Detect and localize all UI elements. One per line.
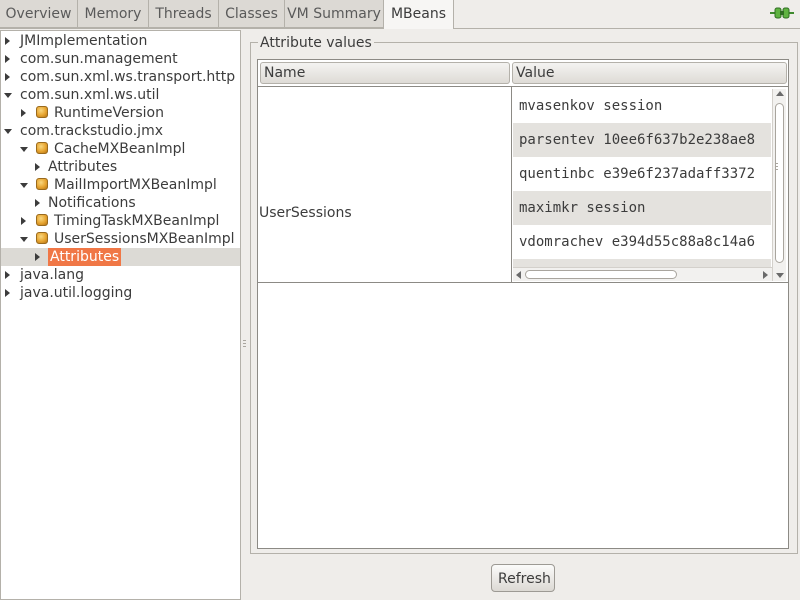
list-item[interactable]: maximkr session xyxy=(513,191,771,225)
tree-node-java-util-logging[interactable]: java.util.logging xyxy=(1,284,240,302)
tree-node-com-sun-xml-ws-util[interactable]: com.sun.xml.ws.util xyxy=(1,86,240,104)
collapse-arrow-icon[interactable] xyxy=(4,93,12,98)
tree-node-usersessionsmxbeanimpl[interactable]: UserSessionsMXBeanImpl xyxy=(1,230,240,248)
group-title: Attribute values xyxy=(258,34,374,52)
attributes-table: Name Value UserSessions mvasenkov sessio… xyxy=(257,59,789,549)
tab-mbeans[interactable]: MBeans xyxy=(384,0,454,29)
row-divider xyxy=(258,282,788,283)
tree-node-label: Attributes xyxy=(48,159,118,175)
column-header-name[interactable]: Name xyxy=(260,62,510,84)
scroll-up-icon[interactable] xyxy=(776,91,784,96)
expand-arrow-icon[interactable] xyxy=(5,37,10,45)
tree-node-java-lang[interactable]: java.lang xyxy=(1,266,240,284)
attribute-panel: Attribute values Name Value UserSessions… xyxy=(248,30,800,600)
tree-node-label: java.util.logging xyxy=(20,285,133,301)
tree-node-label: com.sun.xml.ws.transport.http xyxy=(20,69,236,85)
plug-connected-icon xyxy=(770,7,794,19)
scroll-left-icon[interactable] xyxy=(516,271,521,279)
collapse-arrow-icon[interactable] xyxy=(4,129,12,134)
tree-node-usersessions-attributes[interactable]: Attributes xyxy=(1,248,240,266)
list-item-partial[interactable] xyxy=(513,259,771,267)
collapse-arrow-icon[interactable] xyxy=(20,237,28,242)
collapse-arrow-icon[interactable] xyxy=(20,183,28,188)
list-item[interactable]: vdomrachev e394d55c88a8c14a6 xyxy=(513,225,771,259)
mbean-icon xyxy=(36,178,48,190)
tree-node-label: MailImportMXBeanImpl xyxy=(54,177,217,193)
attribute-name-cell[interactable]: UserSessions xyxy=(259,204,352,222)
splitter-grip-icon[interactable] xyxy=(243,340,246,348)
expand-arrow-icon[interactable] xyxy=(5,73,10,81)
tree-node-label: TimingTaskMXBeanImpl xyxy=(54,213,220,229)
list-item[interactable]: quentinbc e39e6f237adaff3372 xyxy=(513,157,771,191)
tree-node-label: com.sun.management xyxy=(20,51,178,67)
tree-node-label: RuntimeVersion xyxy=(54,105,164,121)
horizontal-scrollbar[interactable] xyxy=(513,267,772,281)
tab-vm-summary[interactable]: VM Summary xyxy=(285,0,384,28)
expand-arrow-icon[interactable] xyxy=(21,109,26,117)
list-item[interactable]: mvasenkov session xyxy=(513,89,771,123)
tree-node-com-sun-management[interactable]: com.sun.management xyxy=(1,50,240,68)
tree-node-mailimport-notifications[interactable]: Notifications xyxy=(1,194,240,212)
collapse-arrow-icon[interactable] xyxy=(20,147,28,152)
expand-arrow-icon[interactable] xyxy=(5,289,10,297)
vertical-scrollbar[interactable] xyxy=(772,89,786,281)
tree-node-label: UserSessionsMXBeanImpl xyxy=(54,231,235,247)
expand-arrow-icon[interactable] xyxy=(5,271,10,279)
tab-threads[interactable]: Threads xyxy=(149,0,219,28)
attribute-value-list[interactable]: mvasenkov session parsentev 10ee6f637b2e… xyxy=(513,89,771,267)
horizontal-scroll-thumb[interactable] xyxy=(525,270,677,279)
tree-node-label: JMImplementation xyxy=(20,33,148,49)
tree-node-com-trackstudio-jmx[interactable]: com.trackstudio.jmx xyxy=(1,122,240,140)
tree-node-runtimeversion[interactable]: RuntimeVersion xyxy=(1,104,240,122)
tree-node-label: com.sun.xml.ws.util xyxy=(20,87,160,103)
tree-node-timingtaskmxbeanimpl[interactable]: TimingTaskMXBeanImpl xyxy=(1,212,240,230)
list-item[interactable]: parsentev 10ee6f637b2e238ae8 xyxy=(513,123,771,157)
split-pane-divider[interactable] xyxy=(241,30,248,600)
attribute-values-group: Attribute values Name Value UserSessions… xyxy=(250,34,798,554)
vertical-scroll-thumb[interactable] xyxy=(775,103,784,263)
expand-arrow-icon[interactable] xyxy=(35,199,40,207)
column-divider xyxy=(511,86,512,282)
expand-arrow-icon[interactable] xyxy=(21,217,26,225)
row-divider xyxy=(258,86,788,87)
expand-arrow-icon[interactable] xyxy=(35,253,40,261)
tree-node-label-selected: Attributes xyxy=(48,248,122,266)
tab-classes[interactable]: Classes xyxy=(219,0,285,28)
scroll-right-icon[interactable] xyxy=(763,271,768,279)
tree-node-jmimplementation[interactable]: JMImplementation xyxy=(1,32,240,50)
tree-node-label: CacheMXBeanImpl xyxy=(54,141,186,157)
expand-arrow-icon[interactable] xyxy=(35,163,40,171)
tab-bar: Overview Memory Threads Classes VM Summa… xyxy=(0,0,800,29)
scroll-down-icon[interactable] xyxy=(776,273,784,278)
column-header-value[interactable]: Value xyxy=(512,62,787,84)
tree-node-mailimportmxbeanimpl[interactable]: MailImportMXBeanImpl xyxy=(1,176,240,194)
scroll-thumb-grip-icon xyxy=(776,163,778,171)
tree-node-label: java.lang xyxy=(20,267,85,283)
refresh-button[interactable]: Refresh xyxy=(491,564,555,592)
mbean-tree[interactable]: JMImplementation com.sun.management com.… xyxy=(0,30,241,600)
tab-memory[interactable]: Memory xyxy=(78,0,149,28)
tree-node-com-sun-xml-ws-transport-http[interactable]: com.sun.xml.ws.transport.http xyxy=(1,68,240,86)
tree-node-cache-attributes[interactable]: Attributes xyxy=(1,158,240,176)
tree-node-cachemxbeanimpl[interactable]: CacheMXBeanImpl xyxy=(1,140,240,158)
tab-overview[interactable]: Overview xyxy=(0,0,78,28)
tree-node-label: com.trackstudio.jmx xyxy=(20,123,163,139)
mbean-icon xyxy=(36,106,48,118)
tree-node-label: Notifications xyxy=(48,195,136,211)
expand-arrow-icon[interactable] xyxy=(5,55,10,63)
mbean-icon xyxy=(36,214,48,226)
mbean-icon xyxy=(36,142,48,154)
mbean-icon xyxy=(36,232,48,244)
